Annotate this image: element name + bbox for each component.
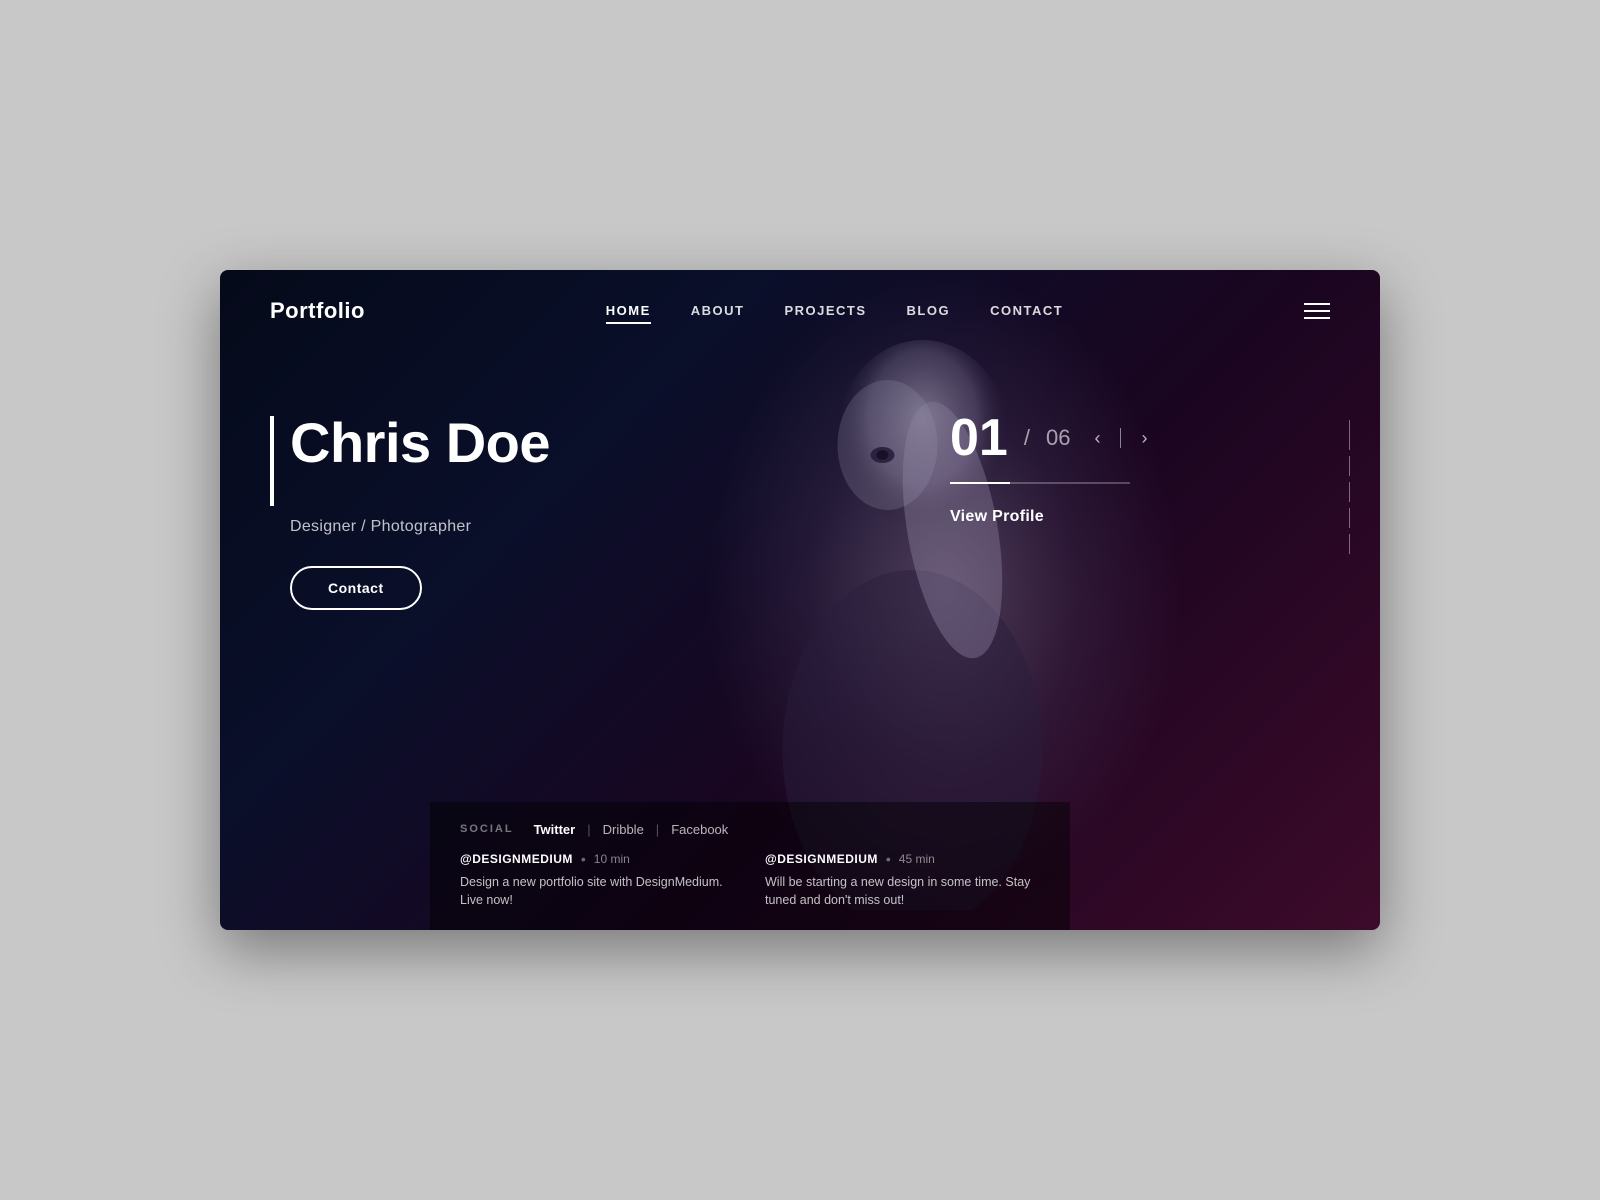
tweet-1-time: 10 min [594, 852, 630, 866]
view-profile-link[interactable]: View Profile [950, 508, 1044, 526]
social-tab-facebook[interactable]: Facebook [671, 822, 728, 837]
nav-item-contact[interactable]: CONTACT [990, 302, 1063, 320]
vl-seg-4 [1349, 508, 1350, 528]
navbar: Portfolio HOME ABOUT PROJECTS BLOG CONTA… [220, 270, 1380, 352]
hero-name: Chris Doe [290, 412, 550, 474]
vl-seg-1 [1349, 420, 1350, 450]
tweets-row: @DESIGNMEDIUM • 10 min Design a new port… [460, 851, 1040, 911]
slide-divider: / [1024, 425, 1030, 451]
nav-item-home[interactable]: HOME [606, 302, 651, 320]
hamburger-line-1 [1304, 303, 1330, 305]
contact-button[interactable]: Contact [290, 566, 422, 610]
right-vertical-decoration [1349, 420, 1350, 740]
slide-prev-button[interactable]: ‹ [1086, 424, 1108, 453]
nav-item-about[interactable]: ABOUT [691, 302, 745, 320]
hamburger-line-2 [1304, 310, 1330, 312]
nav-link-contact[interactable]: CONTACT [990, 303, 1063, 318]
social-header: SOCIAL Twitter | Dribble | Facebook [460, 822, 1040, 837]
hamburger-line-3 [1304, 317, 1330, 319]
hero-name-block: Chris Doe [270, 412, 670, 506]
vl-seg-2 [1349, 456, 1350, 476]
tweet-2: @DESIGNMEDIUM • 45 min Will be starting … [765, 851, 1040, 911]
social-label: SOCIAL [460, 823, 514, 835]
slide-progress-fill [950, 482, 1010, 484]
slide-next-button[interactable]: › [1133, 424, 1155, 453]
tweet-2-dot: • [886, 851, 891, 867]
tweet-2-text: Will be starting a new design in some ti… [765, 873, 1040, 911]
social-tabs: Twitter | Dribble | Facebook [534, 822, 729, 837]
hero-left-panel: Chris Doe Designer / Photographer Contac… [270, 392, 670, 610]
social-tab-sep-2: | [656, 822, 659, 837]
tweet-1-text: Design a new portfolio site with DesignM… [460, 873, 735, 911]
social-tab-twitter[interactable]: Twitter [534, 822, 576, 837]
slide-navigation: ‹ › [1086, 424, 1155, 453]
slide-counter: 01 / 06 ‹ › [950, 412, 1155, 464]
slide-progress-bar [950, 482, 1130, 484]
tweet-2-handle: @DESIGNMEDIUM [765, 852, 878, 866]
nav-link-projects[interactable]: PROJECTS [784, 303, 866, 318]
hero-subtitle: Designer / Photographer [290, 518, 670, 536]
social-section: SOCIAL Twitter | Dribble | Facebook @DES… [430, 802, 1070, 931]
tweet-2-header: @DESIGNMEDIUM • 45 min [765, 851, 1040, 867]
bottom-bar: SOCIAL Twitter | Dribble | Facebook @DES… [220, 802, 1380, 931]
nav-link-about[interactable]: ABOUT [691, 303, 745, 318]
hero-right-panel: 01 / 06 ‹ › View Profile [670, 392, 1330, 526]
vl-seg-5 [1349, 534, 1350, 554]
tweet-1-dot: • [581, 851, 586, 867]
nav-link-blog[interactable]: BLOG [907, 303, 951, 318]
hamburger-menu[interactable] [1304, 303, 1330, 319]
portfolio-site: Portfolio HOME ABOUT PROJECTS BLOG CONTA… [220, 270, 1380, 930]
hero-name-bar [270, 416, 274, 506]
vl-seg-3 [1349, 482, 1350, 502]
nav-links: HOME ABOUT PROJECTS BLOG CONTACT [606, 302, 1063, 320]
nav-item-projects[interactable]: PROJECTS [784, 302, 866, 320]
main-content: Chris Doe Designer / Photographer Contac… [220, 352, 1380, 802]
tweet-1-header: @DESIGNMEDIUM • 10 min [460, 851, 735, 867]
nav-logo: Portfolio [270, 298, 365, 324]
browser-frame: Portfolio HOME ABOUT PROJECTS BLOG CONTA… [220, 270, 1380, 930]
nav-link-home[interactable]: HOME [606, 303, 651, 324]
tweet-2-time: 45 min [899, 852, 935, 866]
slide-nav-line [1120, 428, 1121, 448]
nav-item-blog[interactable]: BLOG [907, 302, 951, 320]
slide-total: 06 [1046, 425, 1070, 451]
slide-current: 01 [950, 412, 1008, 464]
social-tab-sep-1: | [587, 822, 590, 837]
social-tab-dribbble[interactable]: Dribble [603, 822, 644, 837]
tweet-1-handle: @DESIGNMEDIUM [460, 852, 573, 866]
tweet-1: @DESIGNMEDIUM • 10 min Design a new port… [460, 851, 735, 911]
